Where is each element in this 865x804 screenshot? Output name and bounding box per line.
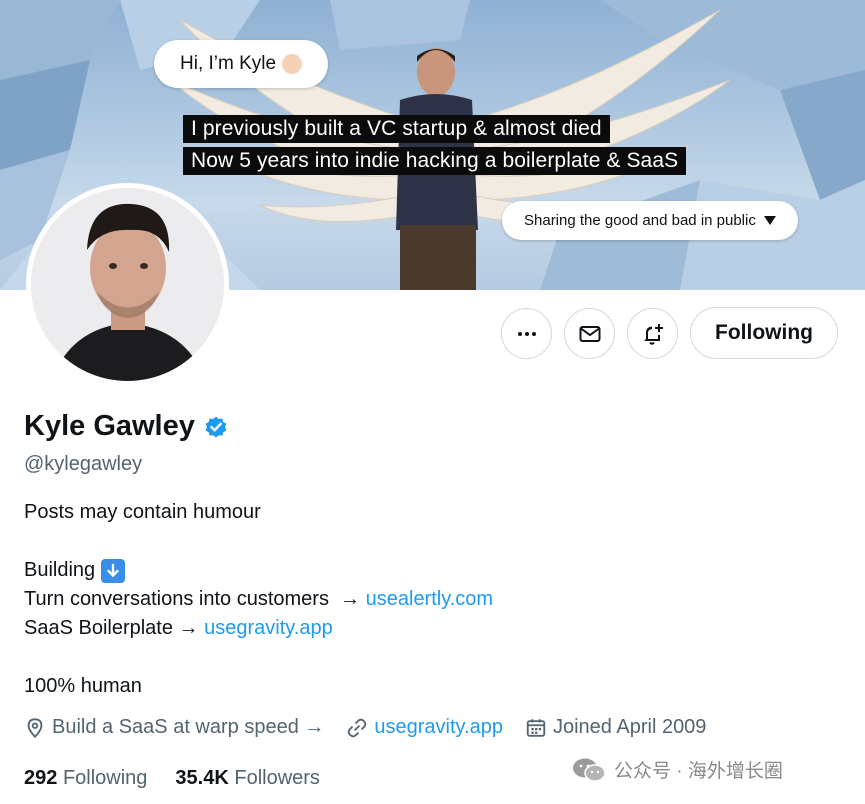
- calendar-icon: [526, 718, 546, 737]
- following-label: Following: [62, 767, 148, 789]
- greeting-bubble: Hi, I’m Kyle: [154, 40, 329, 88]
- bio-gravity-prefix: SaaS Boilerplate →: [24, 617, 199, 639]
- avatar-portrait-icon: [31, 188, 224, 381]
- notify-button[interactable]: [627, 308, 678, 359]
- avatar-photo: [31, 188, 224, 381]
- pill-text: Sharing the good and bad in public: [524, 212, 756, 229]
- message-button[interactable]: [564, 308, 615, 359]
- following-count: 292: [24, 767, 58, 789]
- bio-line: Posts may contain humour: [24, 501, 261, 523]
- usealertly-link[interactable]: usealertly.com: [366, 585, 493, 614]
- envelope-icon: [579, 325, 600, 342]
- profile-meta: Build a SaaS at warp speed → usegravity.…: [24, 716, 728, 739]
- greeting-text: Hi, I’m Kyle: [180, 53, 277, 74]
- bio-building-line: Building: [24, 556, 493, 585]
- user-handle: @kylegawley: [24, 453, 143, 475]
- meta-location: Build a SaaS at warp speed →: [24, 716, 324, 739]
- banner-caption-2: Now 5 years into indie hacking a boilerp…: [183, 147, 687, 175]
- bio-line-human: 100% human: [24, 675, 142, 697]
- location-pin-icon: [27, 717, 43, 738]
- wechat-icon: [573, 758, 606, 782]
- bio-gravity-line: SaaS Boilerplate → usegravity.app: [24, 614, 493, 643]
- follow-stats: 292 Following 35.4K Followers: [24, 767, 320, 790]
- profile-avatar[interactable]: [26, 183, 229, 386]
- following-button[interactable]: Following: [690, 307, 838, 359]
- banner-pill: Sharing the good and bad in public: [502, 201, 798, 240]
- more-horizontal-icon: [517, 331, 536, 336]
- followers-label: Followers: [234, 767, 320, 789]
- name-row: Kyle Gawley: [24, 410, 229, 443]
- down-arrow-emoji-icon: [101, 558, 126, 583]
- joined-text: Joined April 2009: [552, 716, 707, 738]
- watermark-text: 公众号 · 海外增长圈: [614, 761, 783, 782]
- watermark: 公众号 · 海外增长圈: [572, 756, 783, 783]
- bio-alertly-line: Turn conversations into customers → usea…: [24, 585, 493, 614]
- bio-alertly-prefix: Turn conversations into customers →: [24, 588, 361, 610]
- verified-badge-icon[interactable]: [203, 414, 229, 440]
- more-button[interactable]: [501, 308, 552, 359]
- bell-plus-icon: [643, 323, 663, 345]
- triangle-down-icon: [763, 216, 776, 225]
- waving-hand-icon: [282, 54, 303, 74]
- usegravity-link[interactable]: usegravity.app: [204, 614, 333, 643]
- building-label: Building: [24, 559, 96, 581]
- following-stat[interactable]: 292 Following: [24, 767, 147, 790]
- banner-caption-1: I previously built a VC startup & almost…: [183, 115, 610, 143]
- link-icon: [348, 718, 367, 737]
- display-name: Kyle Gawley: [24, 410, 195, 442]
- meta-website: usegravity.app: [346, 716, 503, 739]
- website-link[interactable]: usegravity.app: [374, 716, 503, 739]
- followers-count: 35.4K: [175, 767, 229, 789]
- meta-joined: Joined April 2009: [525, 716, 706, 739]
- followers-stat[interactable]: 35.4K Followers: [175, 767, 320, 790]
- location-text: Build a SaaS at warp speed →: [52, 716, 325, 738]
- profile-bio: Posts may contain humour Building Turn c…: [24, 498, 493, 701]
